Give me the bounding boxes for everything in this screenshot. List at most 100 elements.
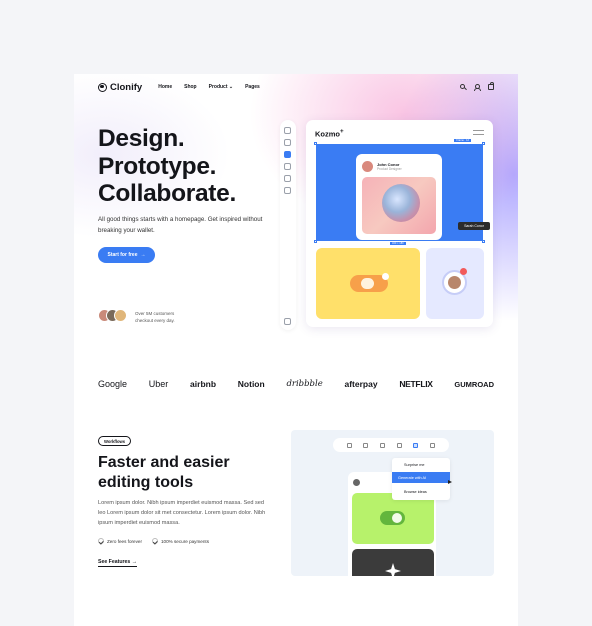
artwork-image	[362, 177, 436, 234]
nav-link-product-label: Product	[208, 84, 228, 90]
editor-preview-panel: Surprise me Generate with AI Browse idea…	[291, 430, 494, 576]
section-title-line-1: Faster and easier	[98, 454, 230, 471]
top-nav: Clonify Home Shop Product ⌄ Pages	[98, 81, 495, 93]
menu-item-browse-ideas[interactable]: Browse ideas	[392, 486, 450, 497]
green-card[interactable]	[352, 493, 434, 544]
feature-label: 100% secure payments	[160, 538, 209, 544]
profile-card[interactable]: John Conor Product Designer	[356, 154, 442, 240]
section-title-line-2: editing tools	[98, 474, 194, 491]
brand-notion: Notion	[237, 379, 265, 389]
cta-label: Start for free	[107, 252, 138, 258]
customer-avatars	[98, 309, 127, 322]
sparkle-star-icon	[385, 563, 401, 576]
arrow-right-icon: →	[140, 252, 146, 258]
kozmo-app-window: Kozmo+ Frame · 12 320 × 180 John Conor P…	[306, 120, 493, 327]
nav-actions	[459, 82, 495, 92]
check-icon	[151, 538, 158, 544]
nav-link-pages[interactable]: Pages	[245, 84, 260, 90]
avatar	[353, 479, 360, 486]
headline-line-3: Collaborate.	[98, 180, 236, 207]
notification-dot	[460, 268, 467, 275]
pointer-cursor-icon	[448, 480, 452, 484]
image-icon[interactable]	[284, 163, 291, 170]
see-features-link[interactable]: See Features →	[98, 559, 137, 567]
section-body: Lorem ipsum dolor. Nibh ipsum imperdiet …	[98, 500, 266, 526]
toggle-knob	[361, 278, 374, 289]
brand-uber: Uber	[148, 379, 169, 389]
hero-headline: Design. Prototype. Collaborate.	[98, 125, 236, 208]
nav-link-product[interactable]: Product ⌄	[209, 84, 233, 90]
app-title-text: Kozmo	[315, 129, 340, 139]
layers-icon[interactable]	[284, 139, 291, 146]
brand-name: Clonify	[110, 81, 143, 93]
search-icon[interactable]	[459, 83, 465, 89]
resize-handle[interactable]	[314, 142, 317, 145]
grid-icon[interactable]	[346, 442, 352, 448]
see-features-label: See Features	[98, 559, 131, 565]
avatar	[362, 161, 373, 172]
expand-icon[interactable]	[430, 442, 436, 448]
dark-card[interactable]	[352, 549, 434, 576]
help-icon[interactable]	[284, 318, 291, 325]
lavender-avatar-tile[interactable]	[426, 248, 484, 319]
feature-item: Zero fees forever	[98, 538, 142, 544]
toggle-knob	[392, 513, 402, 523]
page: Clonify Home Shop Product ⌄ Pages Design…	[74, 74, 518, 626]
nav-links: Home Shop Product ⌄ Pages	[158, 84, 260, 90]
frame-tag: Frame · 12	[454, 139, 471, 142]
resize-handle[interactable]	[482, 142, 485, 145]
hero-subtitle: All good things starts with a homepage. …	[98, 216, 263, 234]
app-title: Kozmo+	[315, 128, 344, 139]
resize-handle[interactable]	[482, 240, 485, 243]
menu-icon[interactable]	[473, 130, 484, 135]
user-icon[interactable]	[473, 83, 482, 92]
chevron-down-icon: ⌄	[228, 84, 234, 90]
undo-icon[interactable]	[284, 127, 291, 134]
menu-item-generate-with-ai[interactable]: Generate with AI	[392, 472, 450, 483]
feature-item: 100% secure payments	[151, 538, 209, 544]
section-title: Faster and easier editing tools	[98, 453, 230, 493]
toggle-switch[interactable]	[380, 511, 405, 525]
brand-logo[interactable]: Clonify	[98, 82, 142, 93]
brand-airbnb: airbnb	[190, 379, 217, 389]
avatar	[114, 309, 127, 322]
section-badge: Workflows	[98, 436, 132, 446]
collaborator-cursor-tag: Sarah Conor	[458, 222, 490, 230]
resize-handle[interactable]	[314, 240, 317, 243]
check-icon	[98, 538, 104, 544]
brand-netflix: NETFLIX	[399, 379, 433, 389]
start-for-free-button[interactable]: Start for free →	[98, 247, 155, 263]
avatar	[448, 276, 461, 289]
brand-afterpay: afterpay	[344, 379, 378, 389]
headline-line-2: Prototype.	[98, 152, 217, 180]
app-title-mark: +	[340, 128, 344, 135]
cart-icon[interactable]	[488, 82, 495, 90]
nav-link-shop[interactable]: Shop	[184, 84, 197, 90]
size-tag: 320 × 180	[390, 242, 406, 245]
layout-icon[interactable]	[413, 442, 419, 448]
ai-dropdown-menu: Surprise me Generate with AI Browse idea…	[392, 458, 450, 500]
menu-item-surprise-me[interactable]: Surprise me	[392, 459, 450, 470]
nav-link-home[interactable]: Home	[158, 84, 172, 90]
editor-side-toolbar	[280, 120, 296, 330]
feature-label: Zero fees forever	[107, 538, 142, 544]
abstract-sphere-image	[382, 184, 420, 222]
settings-icon[interactable]	[284, 187, 291, 194]
notification-badge	[382, 273, 389, 280]
brand-google: Google	[98, 379, 128, 389]
link-icon[interactable]	[363, 442, 369, 448]
cursor-tool-icon[interactable]	[284, 151, 291, 158]
yellow-toggle-tile[interactable]	[316, 248, 420, 319]
editor-toolbar	[333, 438, 449, 452]
feature-checks: Zero fees forever 100% secure payments	[98, 538, 209, 544]
folder-icon[interactable]	[284, 175, 291, 182]
arrow-right-icon: →	[131, 559, 137, 565]
brand-gumroad: GUMROAD	[454, 379, 494, 389]
customers-text: Over 5M customers checkout every day.	[135, 311, 175, 323]
sparkle-icon[interactable]	[380, 442, 386, 448]
brand-dribbble: dribbble	[286, 379, 323, 389]
logo-icon	[98, 82, 107, 92]
brand-logos: Google Uber airbnb Notion dribbble after…	[98, 379, 494, 389]
profile-role: Product Designer	[377, 167, 402, 171]
copy-icon[interactable]	[396, 442, 402, 448]
